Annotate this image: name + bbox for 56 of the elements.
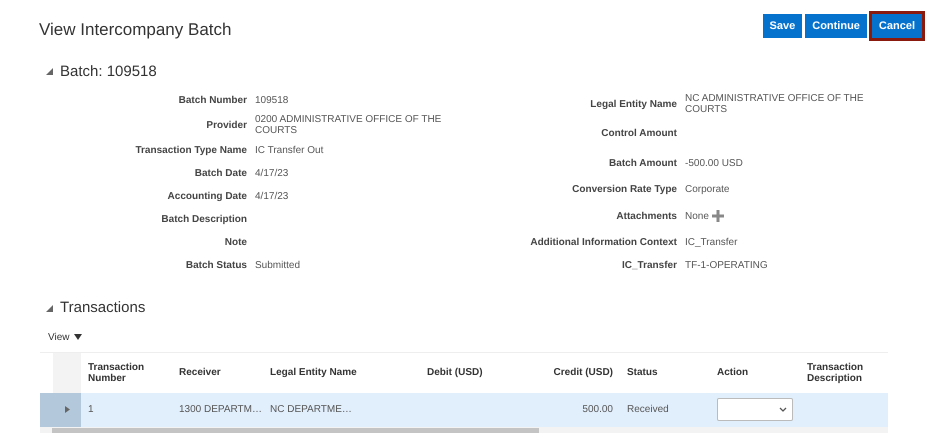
field-label: IC_Transfer [620,259,678,273]
field-value: 0200 ADMINISTRATIVE OFFICE OF THE COURTS [255,114,442,136]
view-menu[interactable]: View [48,330,82,344]
column-header[interactable]: Credit (USD) [530,352,620,392]
field-label: Additional Information Context [529,236,678,250]
field-value: IC Transfer Out [255,145,324,156]
field-label: Note [224,236,248,250]
field-value: -500.00 USD [685,158,743,168]
field-label: Batch Date [194,167,248,181]
field-value: IC_Transfer [685,237,738,248]
field-label: Conversion Rate Type [571,183,678,197]
column-header[interactable]: Debit (USD) [420,352,530,392]
field-value: 4/17/23 [255,168,288,179]
page-title: View Intercompany Batch [39,19,232,41]
collapse-triangle-icon[interactable] [45,67,54,76]
dropdown-caret-icon [74,334,82,340]
save-button[interactable]: Save [762,14,802,38]
field-label: Transaction Type Name [134,144,248,158]
field-label: Control Amount [600,127,678,141]
row-header-cell[interactable] [53,392,81,426]
add-icon[interactable] [712,210,724,222]
chevron-down-icon [779,407,787,412]
field-label: Legal Entity Name [589,98,678,112]
column-header[interactable]: Status [620,352,710,392]
field-label: Batch Status [184,259,248,273]
section-header: Transactions [60,298,146,318]
table-cell-text: 1 [88,403,94,417]
collapse-triangle-icon[interactable] [45,304,54,313]
table-cell-text: Received [627,403,669,417]
field-value: TF-1-OPERATING [685,260,768,271]
field-value: Corporate [685,184,730,195]
continue-button[interactable]: Continue [805,14,867,38]
field-label: Batch Amount [608,156,678,170]
table-cell-text: 1300 DEPARTM… [179,403,262,417]
cancel-button[interactable]: Cancel [872,14,922,38]
field-value: 4/17/23 [255,191,288,202]
field-label: Attachments [615,210,678,224]
field-label: Provider [205,118,248,132]
field-label: Accounting Date [166,190,248,204]
table-cell-text: NC DEPARTME… [270,403,352,417]
action-select[interactable] [717,398,793,421]
field-label: Batch Description [160,213,248,227]
field-label: Batch Number [178,94,248,108]
field-value: None [685,210,709,222]
field-value: Submitted [255,260,300,271]
column-header[interactable]: Receiver [172,352,263,392]
row-expand-icon[interactable] [62,405,72,414]
table-row[interactable]: 1 1300 DEPARTM… NC DEPARTME… 500.00 Received [40,392,888,426]
column-header[interactable]: Transaction Number [81,352,172,392]
column-header[interactable]: Transaction Description [800,352,888,392]
field-value: 109518 [255,94,288,106]
field-value: NC ADMINISTRATIVE OFFICE OF THE COURTS [685,93,865,115]
column-header[interactable]: Legal Entity Name [263,352,420,392]
section-header: Batch: 109518 [60,62,157,82]
column-header[interactable]: Action [710,352,800,392]
table-cell-text: 500.00 [582,403,613,417]
